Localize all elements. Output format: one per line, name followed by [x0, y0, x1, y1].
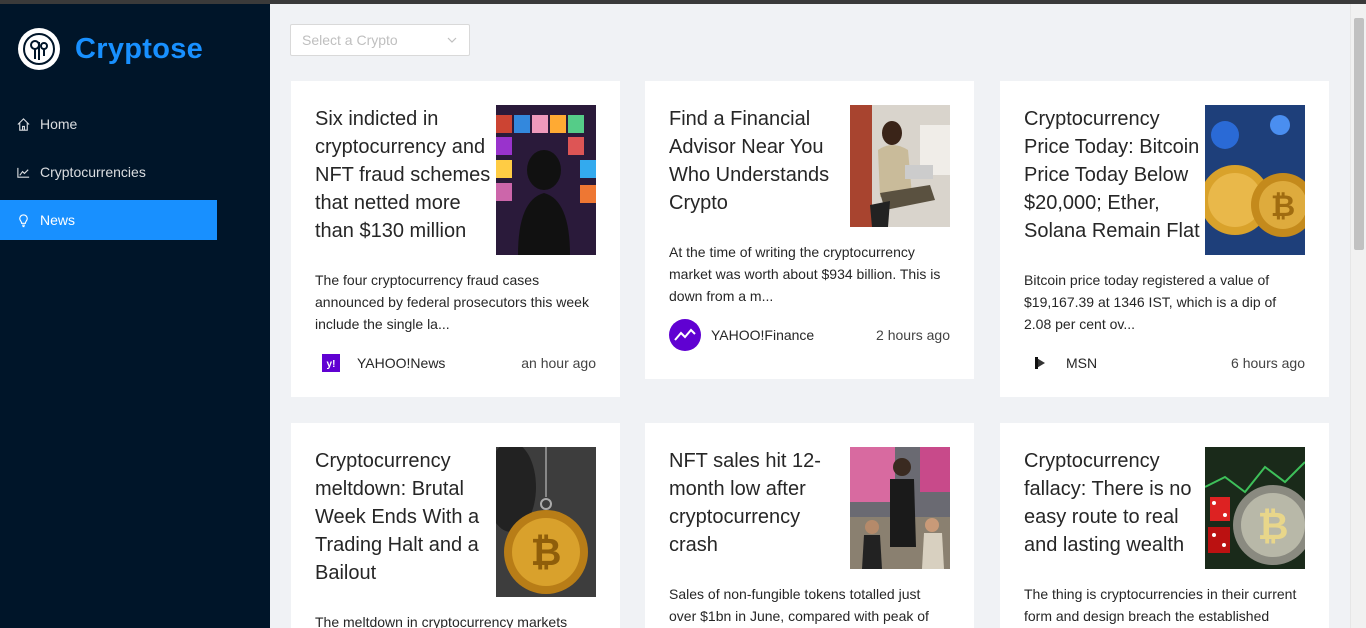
window-top-border	[0, 0, 1366, 4]
news-thumbnail: ₿	[1205, 105, 1305, 255]
news-thumbnail: ₿	[1205, 447, 1305, 569]
news-provider[interactable]: y! YAHOO!News	[315, 347, 445, 379]
news-description: Sales of non-fungible tokens totalled ju…	[669, 586, 929, 624]
news-thumbnail	[850, 447, 950, 569]
news-card[interactable]: Find a Financial Advisor Near You Who Un…	[645, 81, 974, 379]
news-thumbnail: ₿	[496, 447, 596, 597]
home-icon	[17, 117, 30, 131]
brand[interactable]: Cryptose	[18, 28, 203, 70]
sidebar: Cryptose Home Cryptocurrencies News	[0, 4, 270, 628]
news-title[interactable]: Six indicted in cryptocurrency and NFT f…	[315, 105, 495, 255]
sidebar-item-label: Home	[40, 116, 78, 132]
crypto-select[interactable]: Select a Crypto	[290, 24, 470, 56]
yahoo-finance-logo-icon	[669, 319, 701, 351]
bulb-icon	[19, 213, 28, 227]
sidebar-item-cryptocurrencies[interactable]: Cryptocurrencies	[0, 152, 217, 192]
news-title[interactable]: NFT sales hit 12-month low after cryptoc…	[669, 447, 844, 569]
news-card[interactable]: Six indicted in cryptocurrency and NFT f…	[291, 81, 620, 397]
news-time: 6 hours ago	[1231, 355, 1305, 371]
sidebar-item-home[interactable]: Home	[0, 104, 217, 144]
brand-logo-icon	[18, 28, 60, 70]
brand-name[interactable]: Cryptose	[75, 33, 203, 66]
news-description: At the time of writing the cryptocurrenc…	[669, 244, 941, 304]
news-title[interactable]: Cryptocurrency meltdown: Brutal Week End…	[315, 447, 495, 597]
news-title[interactable]: Cryptocurrency Price Today: Bitcoin Pric…	[1024, 105, 1204, 255]
news-time: an hour ago	[521, 355, 596, 371]
svg-text:₿: ₿	[1258, 506, 1289, 548]
news-card[interactable]: Cryptocurrency Price Today: Bitcoin Pric…	[1000, 81, 1329, 397]
news-card[interactable]: Cryptocurrency fallacy: There is no easy…	[1000, 423, 1329, 628]
news-thumbnail	[496, 105, 596, 255]
news-thumbnail	[850, 105, 950, 227]
news-description: Bitcoin price today registered a value o…	[1024, 272, 1277, 332]
news-title[interactable]: Find a Financial Advisor Near You Who Un…	[669, 105, 844, 227]
crypto-select-placeholder: Select a Crypto	[302, 32, 398, 48]
news-description: The four cryptocurrency fraud cases anno…	[315, 272, 589, 332]
news-card[interactable]: Cryptocurrency meltdown: Brutal Week End…	[291, 423, 620, 628]
chart-icon	[17, 167, 30, 178]
svg-text:₿: ₿	[531, 532, 562, 574]
svg-text:y!: y!	[327, 359, 336, 370]
sidebar-item-label: News	[40, 212, 76, 228]
msn-logo-icon	[1024, 347, 1056, 379]
yahoo-news-logo-icon: y!	[315, 347, 347, 379]
scrollbar-thumb[interactable]	[1354, 18, 1364, 250]
sidebar-item-label: Cryptocurrencies	[40, 164, 146, 180]
news-card[interactable]: NFT sales hit 12-month low after cryptoc…	[645, 423, 974, 628]
news-provider[interactable]: MSN	[1024, 347, 1097, 379]
news-time: 2 hours ago	[876, 327, 950, 343]
news-content: Select a Crypto Six indicted in cryptocu…	[270, 4, 1350, 628]
svg-text:₿: ₿	[1271, 190, 1295, 223]
news-provider-name: YAHOO!Finance	[711, 327, 815, 343]
chevron-down-icon	[447, 37, 457, 43]
news-provider-name: MSN	[1066, 355, 1098, 371]
news-title[interactable]: Cryptocurrency fallacy: There is no easy…	[1024, 447, 1204, 569]
news-provider-name: YAHOO!News	[357, 355, 446, 371]
news-provider[interactable]: YAHOO!Finance	[669, 319, 814, 351]
sidebar-menu: Home Cryptocurrencies News	[0, 104, 217, 248]
page-scrollbar[interactable]	[1350, 4, 1366, 628]
news-description: The thing is cryptocurrencies in their c…	[1024, 586, 1297, 624]
sidebar-item-news[interactable]: News	[0, 200, 217, 240]
news-description: The meltdown in cryptocurrency markets	[315, 614, 568, 628]
